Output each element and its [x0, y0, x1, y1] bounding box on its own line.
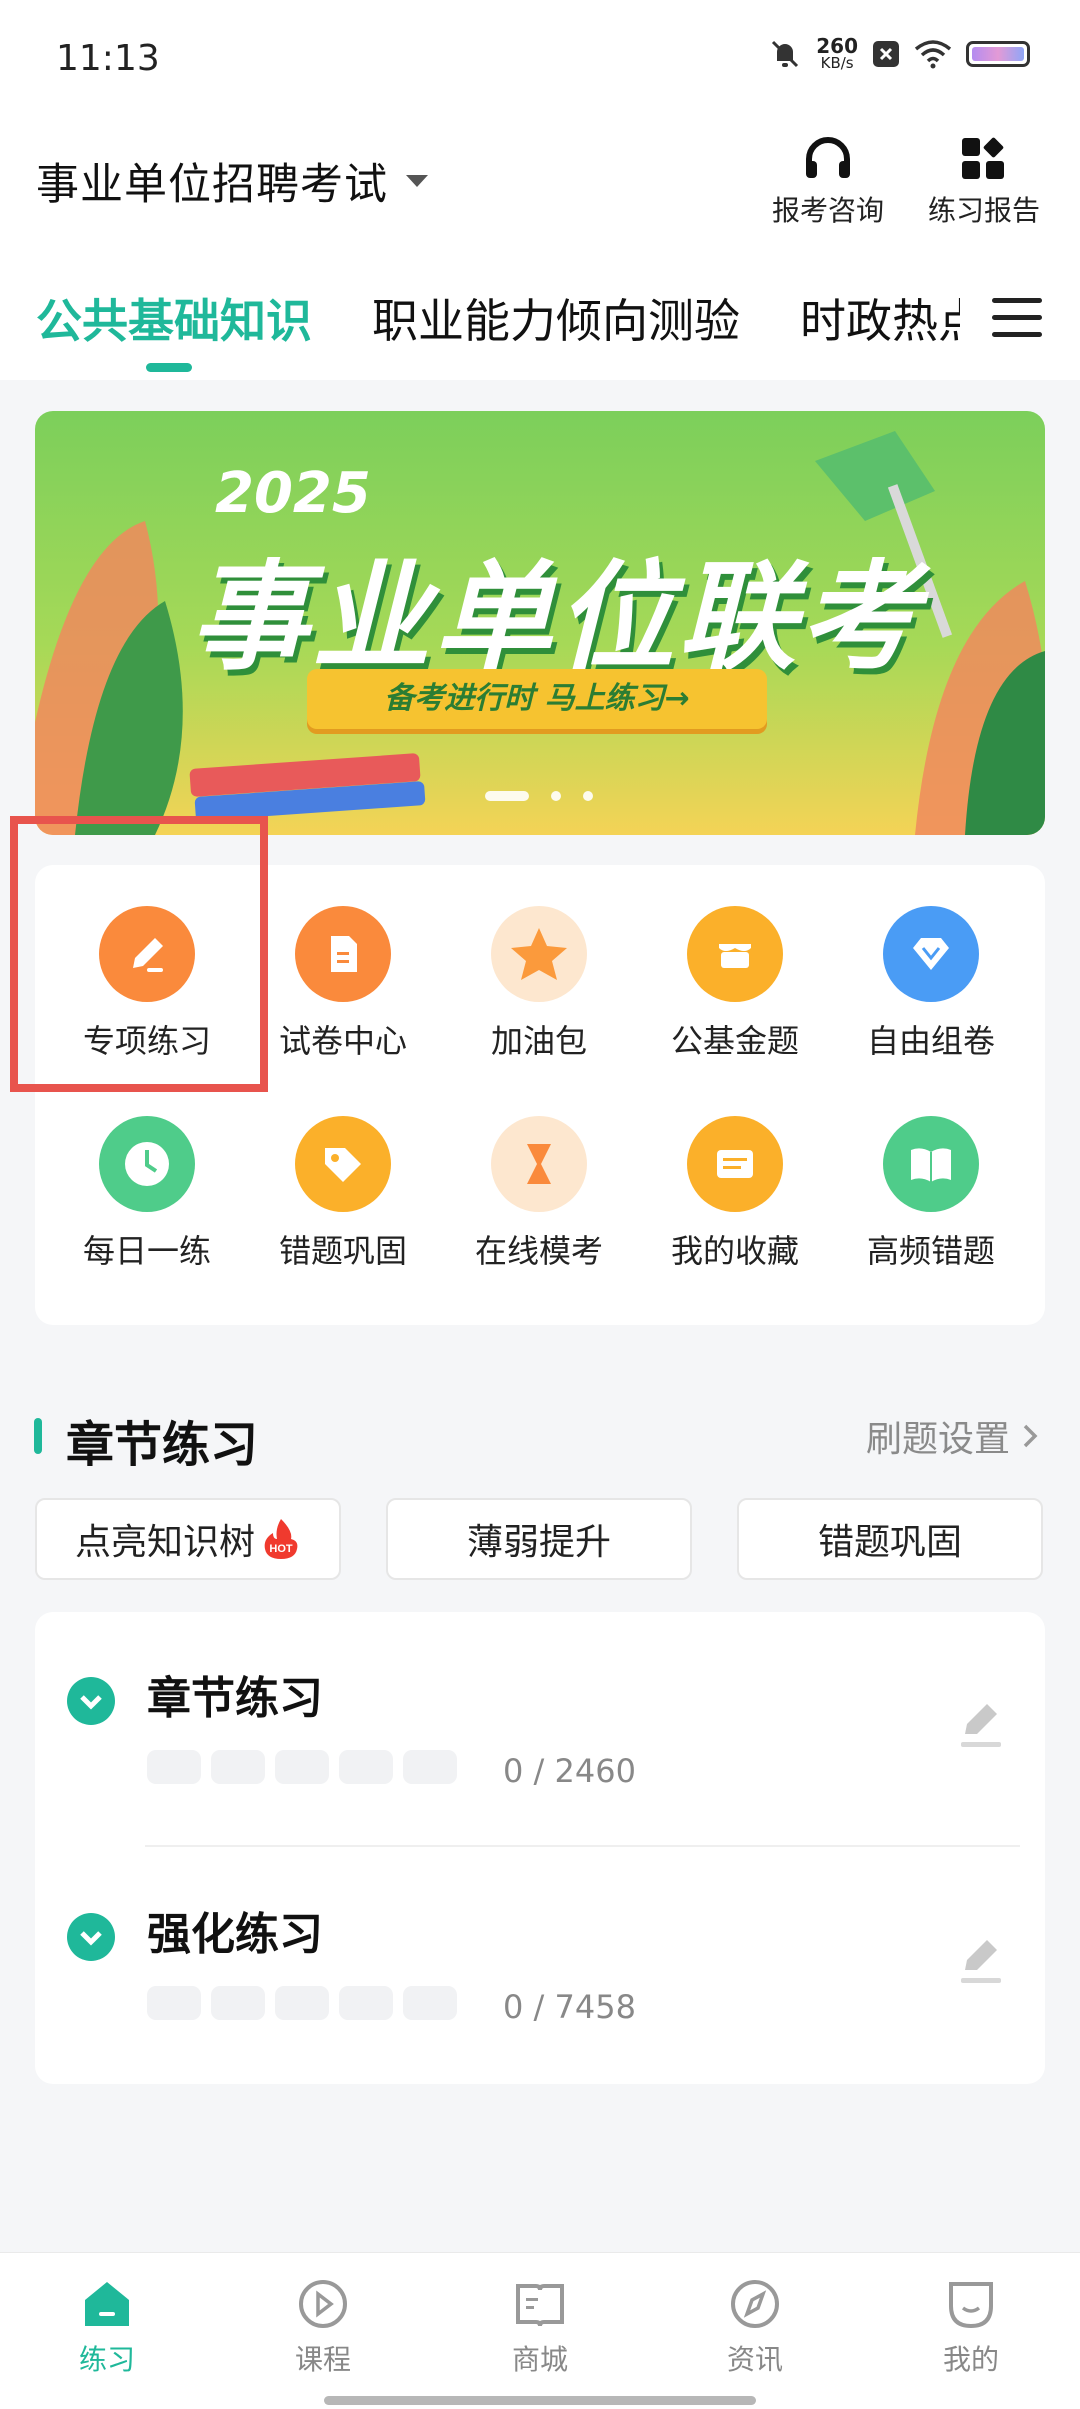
consult-button[interactable]: 报考咨询: [772, 135, 884, 229]
practice-card: 章节练习 0 / 2460 强化练习 0 / 7458: [35, 1612, 1045, 2084]
exam-title: 事业单位招聘考试: [36, 160, 388, 210]
chevron-right-icon: [1023, 1424, 1038, 1448]
hourglass-icon: [491, 1116, 587, 1212]
grid-item-boost-pack[interactable]: 加油包: [439, 906, 639, 1062]
grid-label: 错题巩固: [278, 1232, 407, 1270]
mute-icon: [772, 40, 799, 67]
chip-mistake-review[interactable]: 错题巩固: [737, 1498, 1043, 1580]
nav-profile[interactable]: 我的: [901, 2278, 1041, 2378]
practice-title: 强化练习: [147, 1909, 323, 1960]
tab-indicator: [146, 363, 192, 372]
hot-badge-icon: HOT: [264, 1519, 298, 1559]
net-speed: 260 KB/s: [816, 36, 858, 71]
practice-row-intensive[interactable]: 强化练习 0 / 7458: [35, 1848, 1045, 2084]
chip-label: 点亮知识树: [74, 1522, 255, 1563]
grid-label: 在线模考: [474, 1232, 603, 1270]
progress-blocks: [147, 1986, 457, 2020]
nav-label: 商城: [511, 2343, 568, 2376]
grid-item-gold-questions[interactable]: 公基金题: [635, 906, 835, 1062]
grid-item-custom-paper[interactable]: 自由组卷: [831, 906, 1031, 1062]
shop-book-icon: [516, 2284, 564, 2327]
profile-icon: [949, 2282, 993, 2329]
progress-blocks: [147, 1750, 457, 1784]
chevron-down-icon: [406, 175, 428, 187]
banner-cta[interactable]: 备考进行时 马上练习→: [307, 669, 767, 729]
highlight-box: [10, 816, 268, 1092]
grid-label: 高频错题: [866, 1232, 995, 1270]
star-icon: [491, 906, 587, 1002]
carousel-dot-active: [485, 791, 529, 801]
wifi-icon: [914, 39, 952, 68]
chip-knowledge-tree[interactable]: 点亮知识树 HOT: [35, 1498, 341, 1580]
row-divider: [145, 1845, 1020, 1847]
tab-public-basics[interactable]: 公共基础知识: [36, 285, 312, 351]
net-speed-unit: KB/s: [820, 54, 854, 72]
chevron-down-circle-icon[interactable]: [67, 1677, 115, 1725]
nav-label: 我的: [942, 2343, 999, 2376]
shop-icon: [687, 906, 783, 1002]
grid-item-favorites[interactable]: 我的收藏: [635, 1116, 835, 1272]
headset-icon: [806, 137, 850, 178]
nav-label: 资讯: [726, 2343, 783, 2376]
grid-label: 我的收藏: [670, 1232, 799, 1270]
practice-title: 章节练习: [147, 1673, 323, 1724]
nav-label: 练习: [78, 2343, 135, 2376]
report-button[interactable]: 练习报告: [928, 135, 1040, 229]
grid-label: 公基金题: [670, 1022, 799, 1060]
tab-aptitude-test[interactable]: 职业能力倾向测验: [372, 285, 740, 351]
chevron-down-circle-icon[interactable]: [67, 1913, 115, 1961]
status-icons: 260 KB/s: [768, 36, 1030, 71]
nav-label: 课程: [294, 2343, 351, 2376]
apps-grid-icon: [962, 137, 1004, 179]
net-speed-value: 260: [816, 34, 858, 58]
report-label: 练习报告: [928, 194, 1041, 227]
exam-selector[interactable]: 事业单位招聘考试: [36, 150, 428, 212]
grid-item-paper-center[interactable]: 试卷中心: [243, 906, 443, 1062]
practice-count: 0 / 2460: [503, 1752, 636, 1790]
menu-icon[interactable]: [992, 298, 1042, 349]
chip-weak-improve[interactable]: 薄弱提升: [386, 1498, 692, 1580]
tab-current-affairs[interactable]: 时政热点: [800, 285, 960, 351]
consult-label: 报考咨询: [772, 194, 885, 227]
home-indicator: [324, 2396, 756, 2405]
grid-label: 试卷中心: [278, 1022, 407, 1060]
grid-item-daily-practice[interactable]: 每日一练: [47, 1116, 247, 1272]
nav-news[interactable]: 资讯: [685, 2278, 825, 2378]
carousel-dot: [551, 791, 561, 801]
diamond-icon: [883, 906, 979, 1002]
nav-practice[interactable]: 练习: [37, 2278, 177, 2378]
list-icon: [687, 1116, 783, 1212]
practice-count: 0 / 7458: [503, 1988, 636, 2026]
carousel-dot: [583, 791, 593, 801]
grid-label: 每日一练: [82, 1232, 211, 1270]
promo-banner[interactable]: 2025 事业单位联考 备考进行时 马上练习→: [35, 411, 1045, 835]
banner-year: 2025: [215, 461, 371, 526]
status-time: 11:13: [56, 38, 160, 79]
grid-item-mistake-review[interactable]: 错题巩固: [243, 1116, 443, 1272]
grid-label: 自由组卷: [866, 1022, 995, 1060]
close-box-icon: [873, 40, 899, 67]
nav-store[interactable]: 商城: [470, 2278, 610, 2378]
battery-icon: [966, 40, 1030, 67]
grid-item-frequent-mistakes[interactable]: 高频错题: [831, 1116, 1031, 1272]
banner-title: 事业单位联考: [190, 548, 923, 686]
practice-row-chapter[interactable]: 章节练习 0 / 2460: [35, 1612, 1045, 1848]
edit-icon[interactable]: [957, 1936, 1005, 1986]
home-icon: [85, 2282, 129, 2326]
settings-label: 刷题设置: [865, 1419, 1010, 1460]
compass-icon: [731, 2280, 779, 2328]
grid-item-online-mock[interactable]: 在线模考: [439, 1116, 639, 1272]
practice-settings-link[interactable]: 刷题设置: [866, 1410, 1044, 1462]
play-icon: [299, 2280, 347, 2328]
nav-courses[interactable]: 课程: [253, 2278, 393, 2378]
book-icon: [883, 1116, 979, 1212]
edit-icon[interactable]: [957, 1700, 1005, 1750]
section-accent-bar: [34, 1418, 42, 1454]
grid-label: 加油包: [490, 1022, 587, 1060]
hot-badge-text: HOT: [269, 1543, 293, 1555]
tag-icon: [295, 1116, 391, 1212]
clock-icon: [99, 1116, 195, 1212]
document-icon: [295, 906, 391, 1002]
section-title: 章节练习: [66, 1417, 259, 1473]
